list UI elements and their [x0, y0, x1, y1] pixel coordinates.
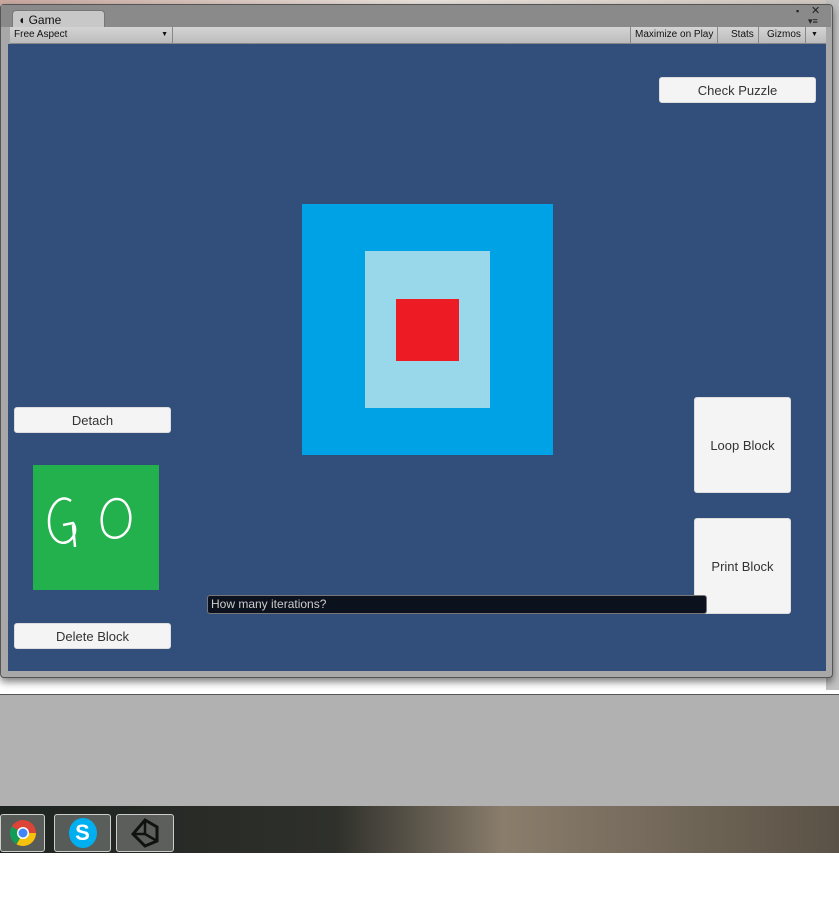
menu-icon[interactable]: ▾≡	[808, 16, 818, 27]
maximize-icon[interactable]: ▪	[796, 6, 799, 16]
tab-bar	[1, 5, 831, 27]
chrome-icon[interactable]	[0, 814, 45, 852]
editor-empty-area	[0, 694, 839, 806]
go-handwritten-label	[47, 497, 132, 548]
aspect-dropdown[interactable]: Free Aspect ▼	[10, 27, 173, 43]
detach-button[interactable]: Detach	[14, 407, 171, 433]
stats-toggle[interactable]: Stats	[727, 27, 759, 43]
print-block-button[interactable]: Print Block	[694, 518, 791, 614]
gizmos-dropdown-icon[interactable]: ▼	[807, 27, 822, 43]
iterations-input[interactable]: How many iterations?	[207, 595, 707, 614]
chevron-down-icon: ▼	[161, 31, 168, 38]
unity-icon[interactable]	[116, 814, 174, 852]
center-square	[396, 299, 459, 361]
check-puzzle-button[interactable]: Check Puzzle	[659, 77, 816, 103]
unity-game-icon: ◖	[18, 13, 26, 27]
game-toolbar: Free Aspect ▼ Maximize on Play Stats Gizm…	[10, 27, 826, 44]
loop-block-button[interactable]: Loop Block	[694, 397, 791, 493]
maximize-on-play-toggle[interactable]: Maximize on Play	[630, 27, 719, 43]
delete-block-button[interactable]: Delete Block	[14, 623, 171, 649]
tab-game[interactable]: ◖ Game	[12, 10, 105, 27]
skype-icon[interactable]: S	[54, 814, 111, 852]
go-block[interactable]	[33, 465, 159, 590]
gizmos-toggle[interactable]: Gizmos	[763, 27, 806, 43]
